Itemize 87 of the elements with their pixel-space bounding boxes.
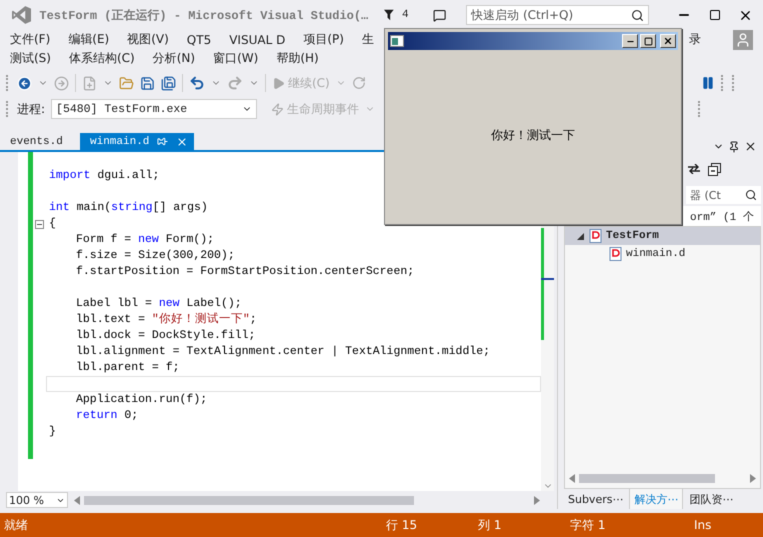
process-label: 进程:: [17, 100, 46, 118]
code-line: lbl.alignment = TextAlignment.center | TextAlignment.middle;: [75, 344, 492, 360]
code-line: f.startPosition = FormStartPosition.centerScreen;: [75, 264, 416, 280]
code-line: int main(string[] args): [48, 200, 209, 216]
restart-button[interactable]: [352, 76, 366, 90]
form-message: 你好！测试一下: [491, 127, 575, 144]
menu-item[interactable]: 视图(V): [127, 31, 169, 48]
scroll-right-icon[interactable]: [534, 496, 540, 504]
panel-tab[interactable]: Subvers⋯: [564, 489, 628, 509]
menu-item[interactable]: 窗口(W): [213, 50, 258, 67]
file-tab[interactable]: events.d: [0, 133, 80, 150]
insert-mode: Ins: [694, 518, 712, 532]
back-button[interactable]: [17, 76, 32, 90]
save-all-button[interactable]: [161, 76, 176, 90]
maximize-icon: [644, 36, 652, 46]
panel-tab[interactable]: 团队资⋯: [685, 489, 738, 509]
code-line: Label lbl = new Label();: [75, 296, 243, 312]
scrollbar-thumb[interactable]: [84, 496, 414, 504]
search-field[interactable]: 器 (Ct: [686, 186, 761, 204]
undo-button[interactable]: [189, 75, 205, 91]
tree-item[interactable]: TestForm: [565, 227, 760, 245]
windows-icon[interactable]: [708, 162, 721, 176]
maximize-button[interactable]: [640, 34, 656, 48]
code-line: {: [48, 216, 57, 232]
code-line: Application.run(f);: [75, 392, 208, 408]
tree-item[interactable]: winmain.d: [565, 245, 760, 263]
collapse-icon[interactable]: [35, 220, 44, 228]
menu-item[interactable]: 编辑(E): [68, 31, 110, 48]
menu-item[interactable]: QT5: [186, 32, 212, 46]
pin-icon[interactable]: [157, 136, 168, 147]
char-number: 字符 1: [570, 516, 606, 534]
pin-icon: [728, 140, 740, 152]
code-line: }: [48, 424, 57, 440]
open-button[interactable]: [119, 76, 134, 90]
scrollbar-thumb[interactable]: [579, 474, 715, 482]
caret-marker: [541, 278, 554, 280]
search-icon: [631, 8, 644, 22]
menu-item[interactable]: 文件(F): [10, 31, 50, 48]
search-info: orm” (1 个: [690, 210, 754, 224]
code-line: import dgui.all;: [48, 168, 160, 184]
play-icon: [272, 76, 285, 90]
filter-icon: [384, 9, 394, 21]
menu-item[interactable]: 帮助(H): [276, 50, 319, 67]
notification-count[interactable]: 4: [402, 9, 409, 21]
sync-arrows-icon[interactable]: [688, 164, 700, 174]
tree-label: TestForm: [606, 230, 659, 242]
scroll-right-icon[interactable]: [750, 474, 756, 482]
column-number: 列 1: [478, 516, 502, 534]
code-line: lbl.dock = DockStyle.fill;: [75, 328, 256, 344]
pause-button[interactable]: [701, 76, 715, 90]
menu-item[interactable]: 生: [362, 31, 374, 48]
menu-item[interactable]: 录: [689, 31, 701, 48]
lightning-icon: [271, 102, 284, 116]
code-line: lbl.text = "你好！测试一下";: [75, 312, 258, 328]
scroll-left-icon[interactable]: [74, 496, 80, 504]
file-tab[interactable]: winmain.d: [80, 133, 194, 150]
quick-launch-field[interactable]: 快速启动 (Ctrl+Q): [466, 5, 650, 25]
tree-label: winmain.d: [626, 248, 686, 260]
close-icon: [663, 36, 673, 46]
close-icon[interactable]: [176, 136, 188, 148]
process-dropdown[interactable]: [5480] TestForm.exe: [51, 99, 258, 119]
line-number: 行 15: [386, 516, 418, 534]
logo-icon: [12, 5, 32, 25]
close-icon: [744, 140, 757, 153]
minimize-button[interactable]: [622, 34, 638, 48]
status-text: 就绪: [4, 516, 29, 534]
scroll-left-icon[interactable]: [569, 474, 575, 482]
panel-tab[interactable]: 解决方⋯: [629, 489, 684, 509]
menu-item[interactable]: 测试(S): [10, 50, 51, 67]
code-line: Form f = new Form();: [75, 232, 216, 248]
speech-bubble-icon: [433, 8, 447, 22]
maximize-icon: [708, 9, 721, 21]
app-icon: [390, 35, 404, 47]
zoom-dropdown[interactable]: 100 %: [6, 492, 68, 508]
search-icon: [745, 189, 757, 201]
code-line: f.size = Size(300,200);: [75, 248, 236, 264]
menu-item[interactable]: 分析(N): [152, 50, 196, 67]
project-icon: [588, 229, 602, 243]
window-title: TestForm (正在运行) - Microsoft Visual Studio(…: [39, 8, 368, 24]
code-line: return 0;: [75, 408, 140, 424]
file-icon: [608, 247, 622, 261]
code-line: lbl.parent = f;: [75, 360, 181, 376]
save-button[interactable]: [140, 76, 155, 90]
close-button[interactable]: [660, 34, 676, 48]
menu-item[interactable]: 体系结构(C): [68, 50, 135, 67]
menu-item[interactable]: 项目(P): [303, 31, 344, 48]
menu-item[interactable]: VISUAL D: [229, 32, 286, 46]
